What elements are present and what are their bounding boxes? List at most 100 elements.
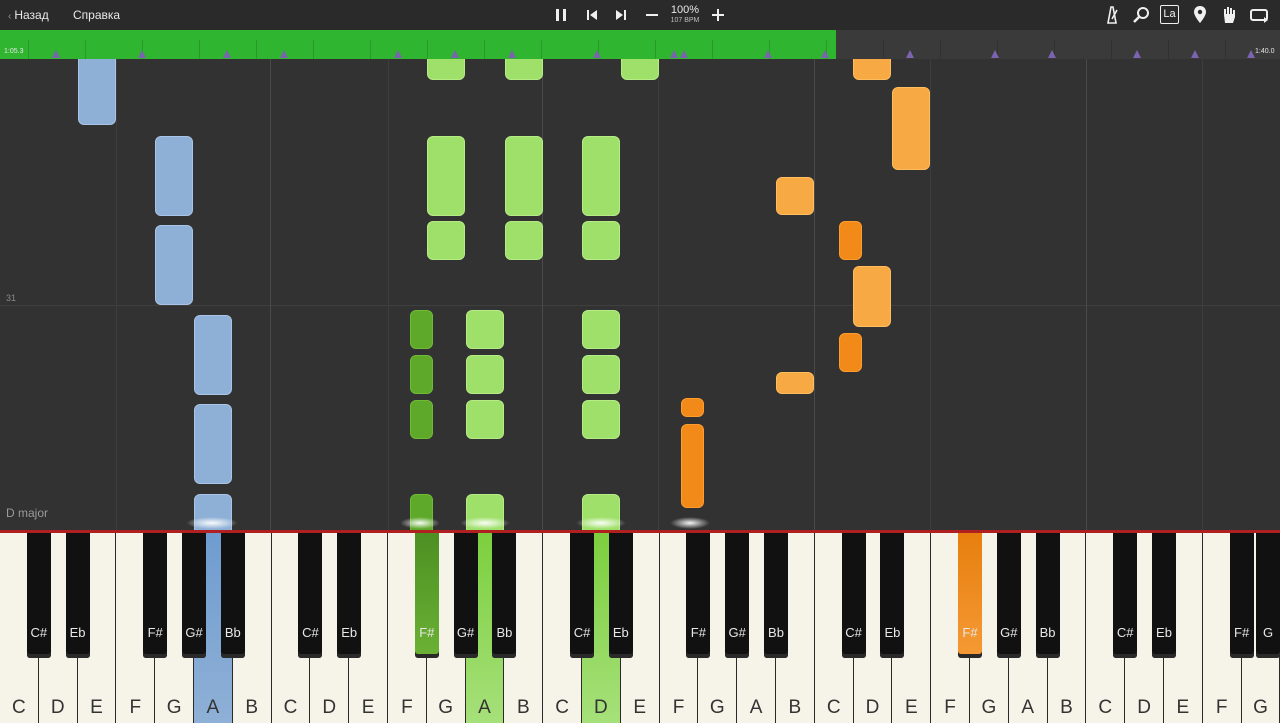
timeline-tick <box>85 40 86 59</box>
white-key-label: D <box>865 697 880 718</box>
black-key-label: C# <box>1116 625 1134 640</box>
black-key[interactable]: G <box>1256 533 1280 658</box>
white-key-label: F <box>1215 697 1228 718</box>
hand-icon[interactable] <box>1217 3 1241 27</box>
skip-forward-icon[interactable] <box>609 3 633 27</box>
key-signature: D major <box>6 506 49 520</box>
roll-vline <box>1086 59 1087 530</box>
timeline-tick <box>370 40 371 59</box>
black-key[interactable]: Eb <box>1152 533 1176 658</box>
timeline-marker-triangle[interactable] <box>52 50 60 58</box>
piano-keyboard[interactable]: CDEFGABCDEFGABCDEFGABCDEFGABCDEFGAC#EbF#… <box>0 530 1280 723</box>
plus-icon[interactable] <box>706 3 730 27</box>
black-key[interactable]: Bb <box>492 533 517 658</box>
timeline-marker-triangle[interactable] <box>1133 50 1141 58</box>
black-key[interactable]: Bb <box>1035 533 1060 658</box>
timeline-marker-triangle[interactable] <box>680 50 688 58</box>
black-key-label: G# <box>1000 625 1018 640</box>
note-block <box>582 355 620 394</box>
black-key[interactable]: F# <box>143 533 168 658</box>
timeline-marker-triangle[interactable] <box>991 50 999 58</box>
note-block <box>582 310 620 349</box>
black-key[interactable]: G# <box>453 533 478 658</box>
white-key-label: A <box>1021 697 1035 718</box>
zoom-icon[interactable] <box>1129 3 1153 27</box>
timeline-marker-triangle[interactable] <box>508 50 516 58</box>
roll-vline <box>930 59 931 530</box>
black-key[interactable]: C# <box>841 533 866 658</box>
loop-icon[interactable] <box>1247 3 1271 27</box>
measure-number: 31 <box>6 293 17 303</box>
roll-vline <box>116 59 117 530</box>
note-block <box>582 136 620 216</box>
black-key[interactable]: Eb <box>65 533 90 658</box>
white-key-label: A <box>206 697 220 718</box>
note-block <box>839 333 862 372</box>
white-key-label: B <box>516 697 530 718</box>
roll-vline <box>388 59 389 530</box>
white-key-label: F <box>129 697 142 718</box>
timeline-marker-triangle[interactable] <box>138 50 146 58</box>
back-button[interactable]: ‹ Назад <box>8 0 49 30</box>
timeline-tick <box>712 40 713 59</box>
timeline-tick <box>28 40 29 59</box>
note-block <box>681 424 704 508</box>
roll-vline <box>270 59 271 530</box>
black-key-label: C# <box>302 625 319 640</box>
black-key[interactable]: G# <box>182 533 206 658</box>
metronome-icon[interactable] <box>1100 3 1124 27</box>
current-time: 1:05.3 <box>4 48 24 55</box>
black-key[interactable]: C# <box>26 533 51 658</box>
note-block <box>776 372 814 394</box>
white-key-label: E <box>361 697 375 718</box>
black-key[interactable]: F# <box>958 533 982 658</box>
white-key-label: C <box>12 697 26 718</box>
black-key[interactable]: C# <box>1113 533 1138 658</box>
timeline-marker-triangle[interactable] <box>1048 50 1056 58</box>
hit-sparkle <box>186 517 238 529</box>
hit-sparkle <box>460 517 510 529</box>
minus-icon[interactable] <box>640 3 664 27</box>
pause-icon[interactable] <box>549 3 573 27</box>
timeline-marker-triangle[interactable] <box>593 50 601 58</box>
marker-icon[interactable] <box>1188 3 1212 27</box>
note-block <box>410 310 433 349</box>
black-key[interactable]: C# <box>298 533 323 658</box>
timeline-marker-triangle[interactable] <box>670 50 678 58</box>
black-key[interactable]: F# <box>686 533 711 658</box>
white-key-label: E <box>1176 697 1190 718</box>
note-block <box>155 225 193 305</box>
timeline-marker-triangle[interactable] <box>280 50 288 58</box>
tempo-display: 100% 107 BPM <box>666 4 704 25</box>
black-key[interactable]: Eb <box>337 533 362 658</box>
black-key[interactable]: C# <box>570 533 594 658</box>
skip-back-icon[interactable] <box>580 3 604 27</box>
timeline-marker-triangle[interactable] <box>394 50 402 58</box>
hit-sparkle <box>400 517 440 529</box>
note-block <box>466 355 504 394</box>
timeline-marker-triangle[interactable] <box>223 50 231 58</box>
black-key[interactable]: Bb <box>764 533 788 658</box>
black-key[interactable]: F# <box>414 533 439 658</box>
black-key[interactable]: Bb <box>220 533 245 658</box>
black-key[interactable]: G# <box>725 533 750 658</box>
help-button[interactable]: Справка <box>73 0 120 30</box>
note-label-icon[interactable]: La <box>1158 3 1182 27</box>
black-key[interactable]: Eb <box>608 533 633 658</box>
timeline-marker-triangle[interactable] <box>764 50 772 58</box>
white-key-label: B <box>788 697 802 718</box>
timeline-marker-triangle[interactable] <box>451 50 459 58</box>
song-timeline[interactable]: 1:05.3 1:40.0 <box>0 30 1280 59</box>
black-key-label: F# <box>962 625 978 640</box>
black-key-label: Bb <box>768 625 784 640</box>
note-block <box>839 221 862 260</box>
timeline-marker-triangle[interactable] <box>821 50 829 58</box>
black-key[interactable]: Eb <box>880 533 905 658</box>
timeline-marker-triangle[interactable] <box>906 50 914 58</box>
timeline-marker-triangle[interactable] <box>1247 50 1255 58</box>
timeline-marker-triangle[interactable] <box>1191 50 1199 58</box>
black-key[interactable]: G# <box>996 533 1021 658</box>
note-block <box>410 355 433 394</box>
timeline-tick <box>427 40 428 59</box>
black-key-label: Eb <box>612 625 629 640</box>
